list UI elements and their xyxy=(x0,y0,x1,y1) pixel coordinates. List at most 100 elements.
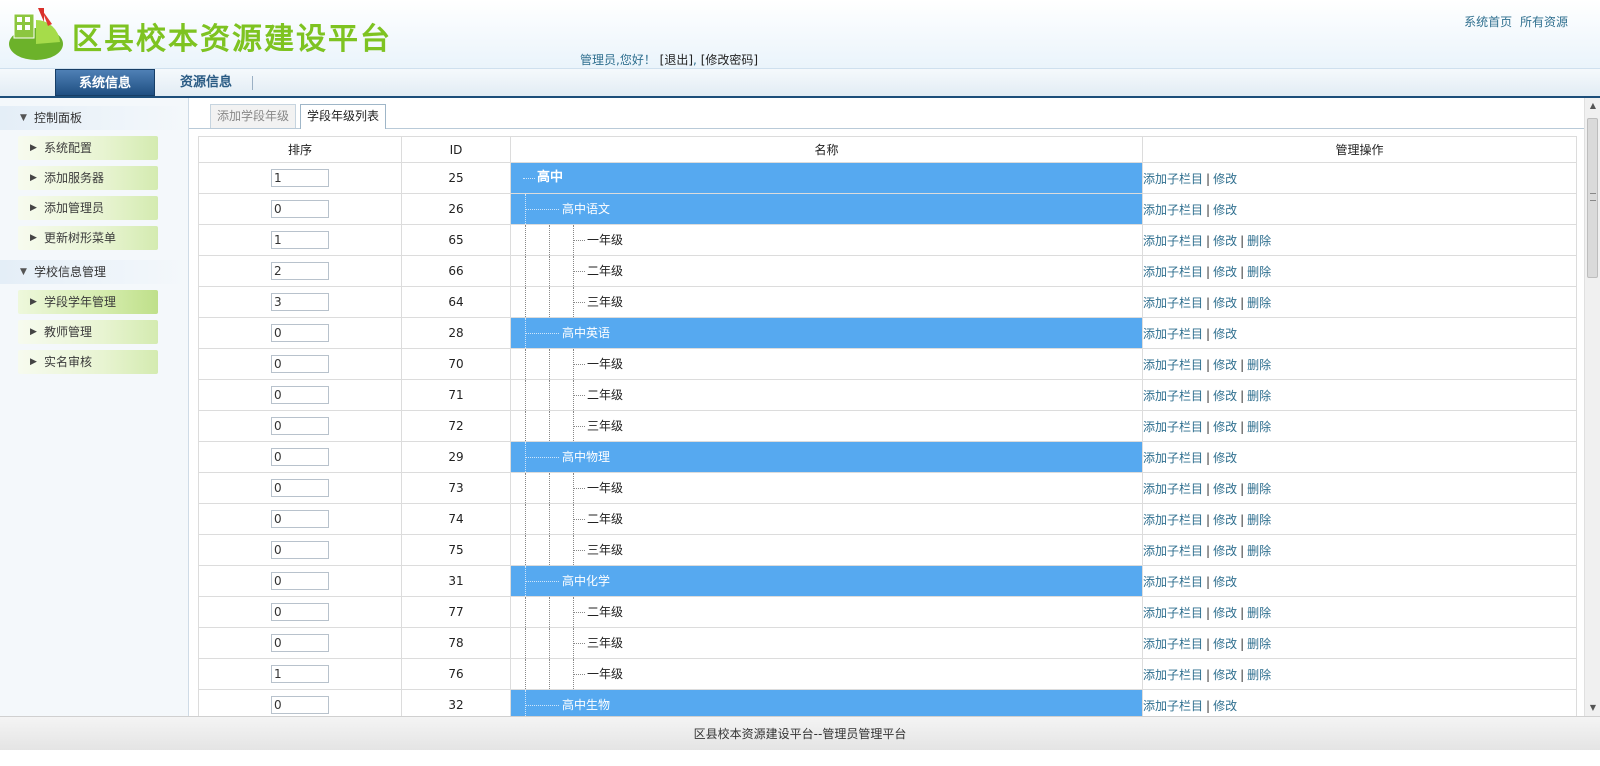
add-child-link[interactable]: 添加子栏目 xyxy=(1143,575,1203,589)
scroll-up-icon[interactable]: ▲ xyxy=(1585,98,1600,114)
delete-link[interactable]: 删除 xyxy=(1247,637,1271,651)
ops-cell: 添加子栏目 | 修改 | 删除 xyxy=(1142,534,1577,566)
order-input[interactable] xyxy=(271,169,329,187)
edit-link[interactable]: 修改 xyxy=(1213,482,1237,496)
edit-link[interactable]: 修改 xyxy=(1213,389,1237,403)
add-child-link[interactable]: 添加子栏目 xyxy=(1143,296,1203,310)
delete-link[interactable]: 删除 xyxy=(1247,358,1271,372)
add-child-link[interactable]: 添加子栏目 xyxy=(1143,668,1203,682)
sidebar-item-stage-year-manage[interactable]: ▶ 学段学年管理 xyxy=(18,290,158,314)
tree-branch-line xyxy=(525,457,559,458)
tab-add-stage-grade[interactable]: 添加学段年级 xyxy=(210,104,297,128)
order-input[interactable] xyxy=(271,479,329,497)
sidebar-group-school-info[interactable]: ▼ 学校信息管理 xyxy=(0,260,188,284)
add-child-link[interactable]: 添加子栏目 xyxy=(1143,265,1203,279)
add-child-link[interactable]: 添加子栏目 xyxy=(1143,203,1203,217)
order-input[interactable] xyxy=(271,541,329,559)
order-input[interactable] xyxy=(271,293,329,311)
sidebar-item-update-tree-menu[interactable]: ▶ 更新树形菜单 xyxy=(18,226,158,250)
all-resources-link[interactable]: 所有资源 xyxy=(1520,15,1568,29)
id-cell: 71 xyxy=(401,379,511,411)
ops-separator: | xyxy=(1206,388,1211,403)
order-input[interactable] xyxy=(271,231,329,249)
order-input[interactable] xyxy=(271,603,329,621)
edit-link[interactable]: 修改 xyxy=(1213,203,1237,217)
nav-tab-system-info[interactable]: 系统信息 xyxy=(55,69,155,96)
table-row: 78三年级添加子栏目|修改|删除 xyxy=(198,627,1577,659)
ops-cell: 添加子栏目 | 修改 | 删除 xyxy=(1142,472,1577,504)
order-input[interactable] xyxy=(271,386,329,404)
delete-link[interactable]: 删除 xyxy=(1247,668,1271,682)
logout-link[interactable]: [退出] xyxy=(660,53,693,67)
order-input[interactable] xyxy=(271,634,329,652)
order-input[interactable] xyxy=(271,448,329,466)
order-input[interactable] xyxy=(271,572,329,590)
edit-link[interactable]: 修改 xyxy=(1213,575,1237,589)
sidebar-item-add-admin[interactable]: ▶ 添加管理员 xyxy=(18,196,158,220)
nav-tab-resource-info[interactable]: 资源信息 xyxy=(166,69,246,96)
ops-separator: | xyxy=(1206,171,1211,186)
order-input[interactable] xyxy=(271,665,329,683)
add-child-link[interactable]: 添加子栏目 xyxy=(1143,389,1203,403)
order-input[interactable] xyxy=(271,417,329,435)
edit-link[interactable]: 修改 xyxy=(1213,699,1237,713)
add-child-link[interactable]: 添加子栏目 xyxy=(1143,451,1203,465)
sidebar-item-add-server[interactable]: ▶ 添加服务器 xyxy=(18,166,158,190)
add-child-link[interactable]: 添加子栏目 xyxy=(1143,637,1203,651)
edit-link[interactable]: 修改 xyxy=(1213,358,1237,372)
delete-link[interactable]: 删除 xyxy=(1247,389,1271,403)
delete-link[interactable]: 删除 xyxy=(1247,513,1271,527)
edit-link[interactable]: 修改 xyxy=(1213,327,1237,341)
edit-link[interactable]: 修改 xyxy=(1213,265,1237,279)
delete-link[interactable]: 删除 xyxy=(1247,482,1271,496)
delete-link[interactable]: 删除 xyxy=(1247,544,1271,558)
add-child-link[interactable]: 添加子栏目 xyxy=(1143,513,1203,527)
delete-link[interactable]: 删除 xyxy=(1247,420,1271,434)
add-child-link[interactable]: 添加子栏目 xyxy=(1143,544,1203,558)
edit-link[interactable]: 修改 xyxy=(1213,234,1237,248)
order-input[interactable] xyxy=(271,696,329,714)
add-child-link[interactable]: 添加子栏目 xyxy=(1143,358,1203,372)
column-header-name: 名称 xyxy=(510,136,1143,163)
order-input[interactable] xyxy=(271,355,329,373)
tab-stage-grade-list[interactable]: 学段年级列表 xyxy=(300,104,387,129)
add-child-link[interactable]: 添加子栏目 xyxy=(1143,172,1203,186)
sidebar-item-label: 实名审核 xyxy=(44,355,93,369)
add-child-link[interactable]: 添加子栏目 xyxy=(1143,234,1203,248)
sidebar-item-system-config[interactable]: ▶ 系统配置 xyxy=(18,136,158,160)
delete-link[interactable]: 删除 xyxy=(1247,234,1271,248)
delete-link[interactable]: 删除 xyxy=(1247,265,1271,279)
delete-link[interactable]: 删除 xyxy=(1247,606,1271,620)
add-child-link[interactable]: 添加子栏目 xyxy=(1143,482,1203,496)
add-child-link[interactable]: 添加子栏目 xyxy=(1143,327,1203,341)
ops-cell: 添加子栏目 | 修改 | 删除 xyxy=(1142,658,1577,690)
order-input[interactable] xyxy=(271,262,329,280)
delete-link[interactable]: 删除 xyxy=(1247,296,1271,310)
add-child-link[interactable]: 添加子栏目 xyxy=(1143,606,1203,620)
home-link[interactable]: 系统首页 xyxy=(1464,15,1512,29)
scrollbar-thumb[interactable] xyxy=(1587,118,1598,278)
edit-link[interactable]: 修改 xyxy=(1213,420,1237,434)
edit-link[interactable]: 修改 xyxy=(1213,513,1237,527)
order-input[interactable] xyxy=(271,324,329,342)
main-content: 添加学段年级 学段年级列表 排序 ID 名称 管理操作 25高中添加子栏目|修改… xyxy=(189,98,1584,716)
scroll-down-icon[interactable]: ▼ xyxy=(1585,700,1600,716)
edit-link[interactable]: 修改 xyxy=(1213,544,1237,558)
sidebar-item-real-name-review[interactable]: ▶ 实名审核 xyxy=(18,350,158,374)
edit-link[interactable]: 修改 xyxy=(1213,451,1237,465)
edit-link[interactable]: 修改 xyxy=(1213,668,1237,682)
sidebar-item-teacher-manage[interactable]: ▶ 教师管理 xyxy=(18,320,158,344)
edit-link[interactable]: 修改 xyxy=(1213,637,1237,651)
scrollbar[interactable]: ▲ ▼ xyxy=(1584,98,1600,716)
order-input[interactable] xyxy=(271,200,329,218)
add-child-link[interactable]: 添加子栏目 xyxy=(1143,420,1203,434)
edit-link[interactable]: 修改 xyxy=(1213,606,1237,620)
edit-link[interactable]: 修改 xyxy=(1213,296,1237,310)
change-password-link[interactable]: [修改密码] xyxy=(701,53,758,67)
edit-link[interactable]: 修改 xyxy=(1213,172,1237,186)
order-input[interactable] xyxy=(271,510,329,528)
tree-vertical-line xyxy=(549,256,550,286)
add-child-link[interactable]: 添加子栏目 xyxy=(1143,699,1203,713)
sidebar-group-control-panel[interactable]: ▼ 控制面板 xyxy=(0,106,188,130)
node-name: 二年级 xyxy=(587,605,624,619)
